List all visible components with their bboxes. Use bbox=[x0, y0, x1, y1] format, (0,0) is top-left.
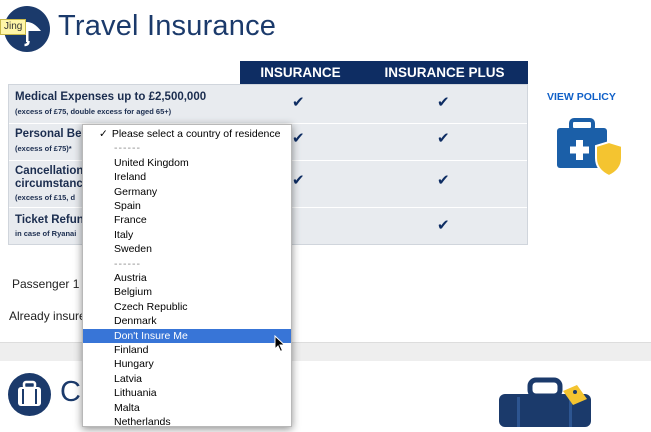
dropdown-option[interactable]: France bbox=[83, 213, 291, 227]
dropdown-option-label: Hungary bbox=[114, 358, 154, 371]
dropdown-option[interactable]: Czech Republic bbox=[83, 300, 291, 314]
column-header-insurance-plus: INSURANCE PLUS bbox=[361, 61, 528, 84]
dropdown-option[interactable]: Malta bbox=[83, 401, 291, 415]
check-icon: ✔ bbox=[437, 172, 450, 189]
dropdown-option-label: United Kingdom bbox=[114, 156, 189, 169]
dropdown-option-label: ------ bbox=[114, 142, 141, 155]
row-subtitle: in case of Ryanai bbox=[15, 229, 77, 238]
dropdown-option-label: Lithuania bbox=[114, 387, 157, 400]
dropdown-option[interactable]: Denmark bbox=[83, 314, 291, 328]
view-policy-link[interactable]: VIEW POLICY bbox=[547, 91, 616, 103]
dropdown-separator: ------ bbox=[83, 141, 291, 155]
check-icon: ✔ bbox=[437, 94, 450, 111]
check-icon: ✔ bbox=[292, 130, 305, 147]
dropdown-option-label: Belgium bbox=[114, 286, 152, 299]
mouse-cursor-icon bbox=[274, 334, 286, 358]
dropdown-option-label: Ireland bbox=[114, 171, 147, 184]
dropdown-option[interactable]: Spain bbox=[83, 199, 291, 213]
check-icon: ✔ bbox=[292, 172, 305, 189]
row-subtitle: (excess of £75, double excess for aged 6… bbox=[15, 107, 172, 116]
dropdown-option-label: Italy bbox=[114, 228, 134, 241]
suitcase-icon bbox=[497, 377, 597, 432]
jing-tooltip: Jing bbox=[0, 19, 27, 35]
dropdown-option[interactable]: Austria bbox=[83, 271, 291, 285]
dropdown-option-label: ------ bbox=[114, 257, 141, 270]
dropdown-option-label: Denmark bbox=[114, 315, 157, 328]
country-dropdown-menu[interactable]: ✓ Please select a country of residence ---… bbox=[82, 124, 292, 427]
check-icon: ✔ bbox=[437, 130, 450, 147]
dropdown-option-label: Please select a country of residence bbox=[111, 128, 281, 140]
row-title: Personal Be bbox=[15, 128, 82, 140]
row-title: Cancellation bbox=[15, 165, 84, 177]
dropdown-option-label: France bbox=[114, 214, 147, 227]
row-title-line2: circumstanc bbox=[15, 178, 83, 190]
dropdown-option-label: Spain bbox=[114, 200, 141, 212]
row-subtitle: (excess of £15, d bbox=[15, 193, 76, 202]
dropdown-option-label: Germany bbox=[114, 185, 158, 198]
dropdown-option-label: Latvia bbox=[114, 372, 143, 385]
dropdown-option[interactable]: Finland bbox=[83, 343, 291, 357]
dropdown-option[interactable]: Lithuania bbox=[83, 386, 291, 400]
dropdown-option-label: Netherlands bbox=[114, 416, 171, 427]
checkmark-icon: ✓ bbox=[99, 128, 108, 140]
row-subtitle: (excess of £75)* bbox=[15, 144, 72, 153]
check-icon: ✔ bbox=[437, 217, 450, 234]
insurance-briefcase-icon bbox=[556, 118, 624, 183]
table-row: Medical Expenses up to £2,500,000 (exces… bbox=[9, 85, 527, 123]
dropdown-option-label: Finland bbox=[114, 344, 149, 356]
dropdown-option-label: Austria bbox=[114, 272, 147, 284]
dropdown-option[interactable]: United Kingdom bbox=[83, 156, 291, 170]
dropdown-option[interactable]: Hungary bbox=[83, 357, 291, 371]
dropdown-separator: ------ bbox=[83, 257, 291, 271]
dropdown-option-label: Sweden bbox=[114, 243, 152, 256]
dropdown-option[interactable]: Latvia bbox=[83, 372, 291, 386]
dropdown-option[interactable]: ✓ Please select a country of residence bbox=[83, 127, 291, 141]
dropdown-option[interactable]: Germany bbox=[83, 185, 291, 199]
dropdown-option[interactable]: Ireland bbox=[83, 170, 291, 184]
dropdown-option[interactable]: Sweden bbox=[83, 242, 291, 256]
dropdown-option[interactable]: Netherlands bbox=[83, 415, 291, 427]
dropdown-option[interactable]: Belgium bbox=[83, 285, 291, 299]
dropdown-option-label: Czech Republic bbox=[114, 300, 188, 313]
dropdown-option-label: Malta bbox=[114, 401, 140, 414]
row-title: Ticket Refun bbox=[15, 214, 84, 226]
check-icon: ✔ bbox=[292, 94, 305, 111]
page-title: Travel Insurance bbox=[58, 10, 277, 42]
dropdown-option-label: Don't Insure Me bbox=[114, 329, 188, 342]
passenger-label: Passenger 1 bbox=[12, 277, 80, 291]
dropdown-option[interactable]: Don't Insure Me bbox=[83, 328, 291, 343]
dropdown-option[interactable]: Italy bbox=[83, 228, 291, 242]
row-title: Medical Expenses up to £2,500,000 bbox=[15, 91, 207, 103]
column-header-insurance: INSURANCE bbox=[240, 61, 361, 84]
bag-icon bbox=[8, 373, 51, 416]
